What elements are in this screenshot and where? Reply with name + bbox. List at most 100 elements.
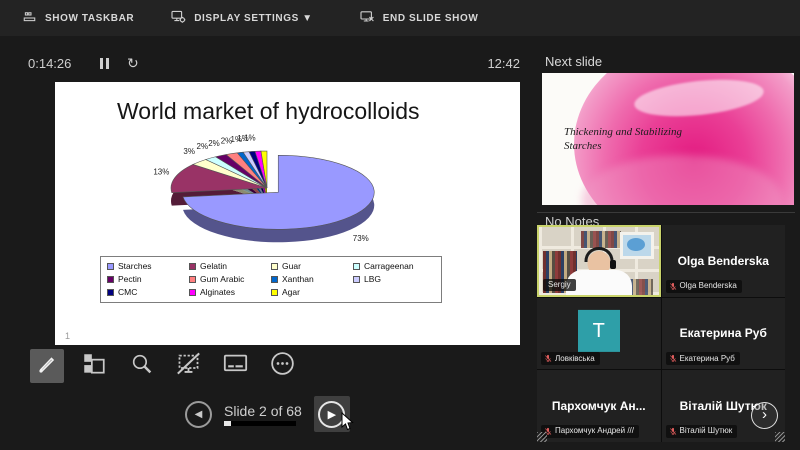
- legend-swatch: [271, 289, 278, 296]
- slide-navigation: ◀ Slide 2 of 68 ▶: [185, 396, 350, 432]
- participant-name-tag: Віталій Шутюк: [665, 424, 738, 438]
- pie-percent-label: 2%: [197, 142, 209, 151]
- resize-handle-right[interactable]: [775, 432, 785, 442]
- participant-name-tag: Olga Benderska: [665, 279, 742, 293]
- previous-slide-button[interactable]: ◀: [185, 400, 212, 428]
- legend-item: Starches: [107, 261, 189, 272]
- legend-item: Alginates: [189, 287, 271, 298]
- pie-chart: 73%13%3%2% 2% 2%1%1%1%: [153, 134, 375, 243]
- display-settings-icon: [170, 9, 186, 28]
- legend-label: Starches: [118, 261, 152, 271]
- headset-earcup: [609, 260, 616, 269]
- legend-swatch: [189, 289, 196, 296]
- legend-item: Agar: [271, 287, 353, 298]
- end-slide-show-label: END SLIDE SHOW: [382, 12, 479, 24]
- end-slide-show-icon: [359, 9, 375, 28]
- ellipsis-icon: [269, 350, 296, 382]
- legend-swatch: [107, 289, 114, 296]
- legend-label: Pectin: [118, 274, 142, 284]
- legend-label: CMC: [118, 287, 138, 297]
- slide-page-number: 1: [65, 331, 71, 341]
- next-slide-caption: Thickening and Stabilizing Starches: [564, 126, 682, 153]
- muted-mic-icon: [545, 355, 552, 363]
- slide-counter-block: Slide 2 of 68: [224, 403, 302, 426]
- show-taskbar-button[interactable]: SHOW TASKBAR: [22, 9, 134, 27]
- muted-mic-icon: [669, 355, 676, 363]
- pie-percent-label: 1%: [244, 134, 256, 143]
- clock-time: 12:42: [487, 55, 520, 71]
- legend-label: Carrageenan: [364, 261, 414, 271]
- legend-label: Gelatin: [200, 261, 227, 271]
- slide-progress-fill: [224, 420, 231, 426]
- participant-tile-video[interactable]: Sergiy: [537, 225, 661, 297]
- slide-grid-icon: [81, 351, 107, 382]
- top-bar: SHOW TASKBAR DISPLAY SETTINGS ▼ END SLID…: [0, 0, 800, 36]
- participant-tile[interactable]: Пархомчук Ан... Пархомчук Андрей ///: [537, 370, 661, 442]
- display-settings-button[interactable]: DISPLAY SETTINGS ▼: [170, 9, 313, 28]
- legend-item: Guar: [271, 261, 353, 272]
- muted-mic-icon: [669, 427, 676, 435]
- pie-percent-label: 3%: [183, 147, 195, 156]
- legend-swatch: [189, 263, 196, 270]
- resize-handle-left[interactable]: [537, 432, 547, 442]
- presenter-toolbar: [30, 349, 299, 383]
- subtitles-icon: [222, 350, 249, 382]
- video-call-overlay: Sergiy Olga Benderska Olga Benderska T Л…: [537, 225, 785, 442]
- legend-label: Alginates: [200, 287, 235, 297]
- legend-swatch: [271, 276, 278, 283]
- legend-label: Xanthan: [282, 274, 314, 284]
- black-screen-button[interactable]: [171, 349, 205, 383]
- wall-art: [619, 232, 654, 259]
- presenter-view: SHOW TASKBAR DISPLAY SETTINGS ▼ END SLID…: [0, 0, 800, 450]
- pen-tool-button[interactable]: [30, 349, 64, 383]
- legend-label: Agar: [282, 287, 300, 297]
- legend-item: Carrageenan: [353, 261, 435, 272]
- participant-tile[interactable]: Olga Benderska Olga Benderska: [661, 225, 785, 297]
- slide-counter: Slide 2 of 68: [224, 402, 302, 419]
- next-arrow-icon: ▶: [327, 408, 337, 421]
- prev-arrow-icon: ◀: [194, 408, 203, 420]
- magnifier-icon: [129, 351, 154, 381]
- legend-swatch: [107, 263, 114, 270]
- pie-percent-label: 73%: [353, 234, 369, 243]
- legend-item: Pectin: [107, 274, 189, 285]
- legend-swatch: [107, 276, 114, 283]
- see-all-slides-button[interactable]: [77, 349, 111, 383]
- show-taskbar-label: SHOW TASKBAR: [45, 12, 135, 24]
- more-options-button[interactable]: [265, 349, 299, 383]
- chevron-right-icon: ›: [762, 405, 767, 423]
- books: [581, 231, 621, 248]
- pause-timer-button[interactable]: [100, 57, 109, 69]
- pen-icon: [35, 352, 59, 381]
- participant-tile[interactable]: Віталій Шутюк Віталій Шутюк ›: [661, 370, 785, 442]
- participant-name-tag: Sergiy: [543, 278, 576, 291]
- taskbar-icon: [22, 9, 37, 27]
- legend-swatch: [353, 276, 360, 283]
- pie-percent-label: 13%: [153, 168, 169, 177]
- legend-label: Gum Arabic: [200, 274, 245, 284]
- participant-name-tag: Пархомчук Андрей ///: [541, 424, 639, 438]
- slide-progress-bar: [224, 420, 296, 426]
- panel-divider: [537, 212, 795, 213]
- end-slide-show-button[interactable]: END SLIDE SHOW: [359, 9, 479, 28]
- legend-label: Guar: [282, 261, 301, 271]
- chart-legend: Starches Gelatin Guar Carrageenan Pectin Gum …: [100, 256, 442, 303]
- legend-swatch: [271, 263, 278, 270]
- timer-row: 0:14:26 ↻ 12:42: [28, 52, 520, 74]
- restart-timer-button[interactable]: ↻: [127, 55, 139, 72]
- next-slide-label: Next slide: [545, 54, 603, 69]
- next-slide-thumbnail[interactable]: Thickening and Stabilizing Starches: [542, 73, 794, 205]
- elapsed-timer: 0:14:26: [28, 55, 72, 71]
- avatar-letter-box: T: [577, 310, 620, 353]
- participant-tile[interactable]: Екатерина Руб Екатерина Руб: [661, 297, 785, 370]
- participants-next-page-button[interactable]: ›: [751, 401, 778, 429]
- subtitles-button[interactable]: [218, 349, 252, 383]
- participant-name-tag: Ловківська: [541, 352, 600, 366]
- current-slide: World market of hydrocolloids 73% 13% 3% 2%…: [55, 82, 520, 345]
- display-settings-label: DISPLAY SETTINGS ▼: [194, 12, 313, 24]
- participant-name-tag: Екатерина Руб: [665, 352, 740, 366]
- zoom-slide-button[interactable]: [124, 349, 158, 383]
- participant-tile[interactable]: T Ловківська: [537, 297, 661, 370]
- legend-item: CMC: [107, 287, 189, 298]
- mouse-cursor: [341, 411, 354, 436]
